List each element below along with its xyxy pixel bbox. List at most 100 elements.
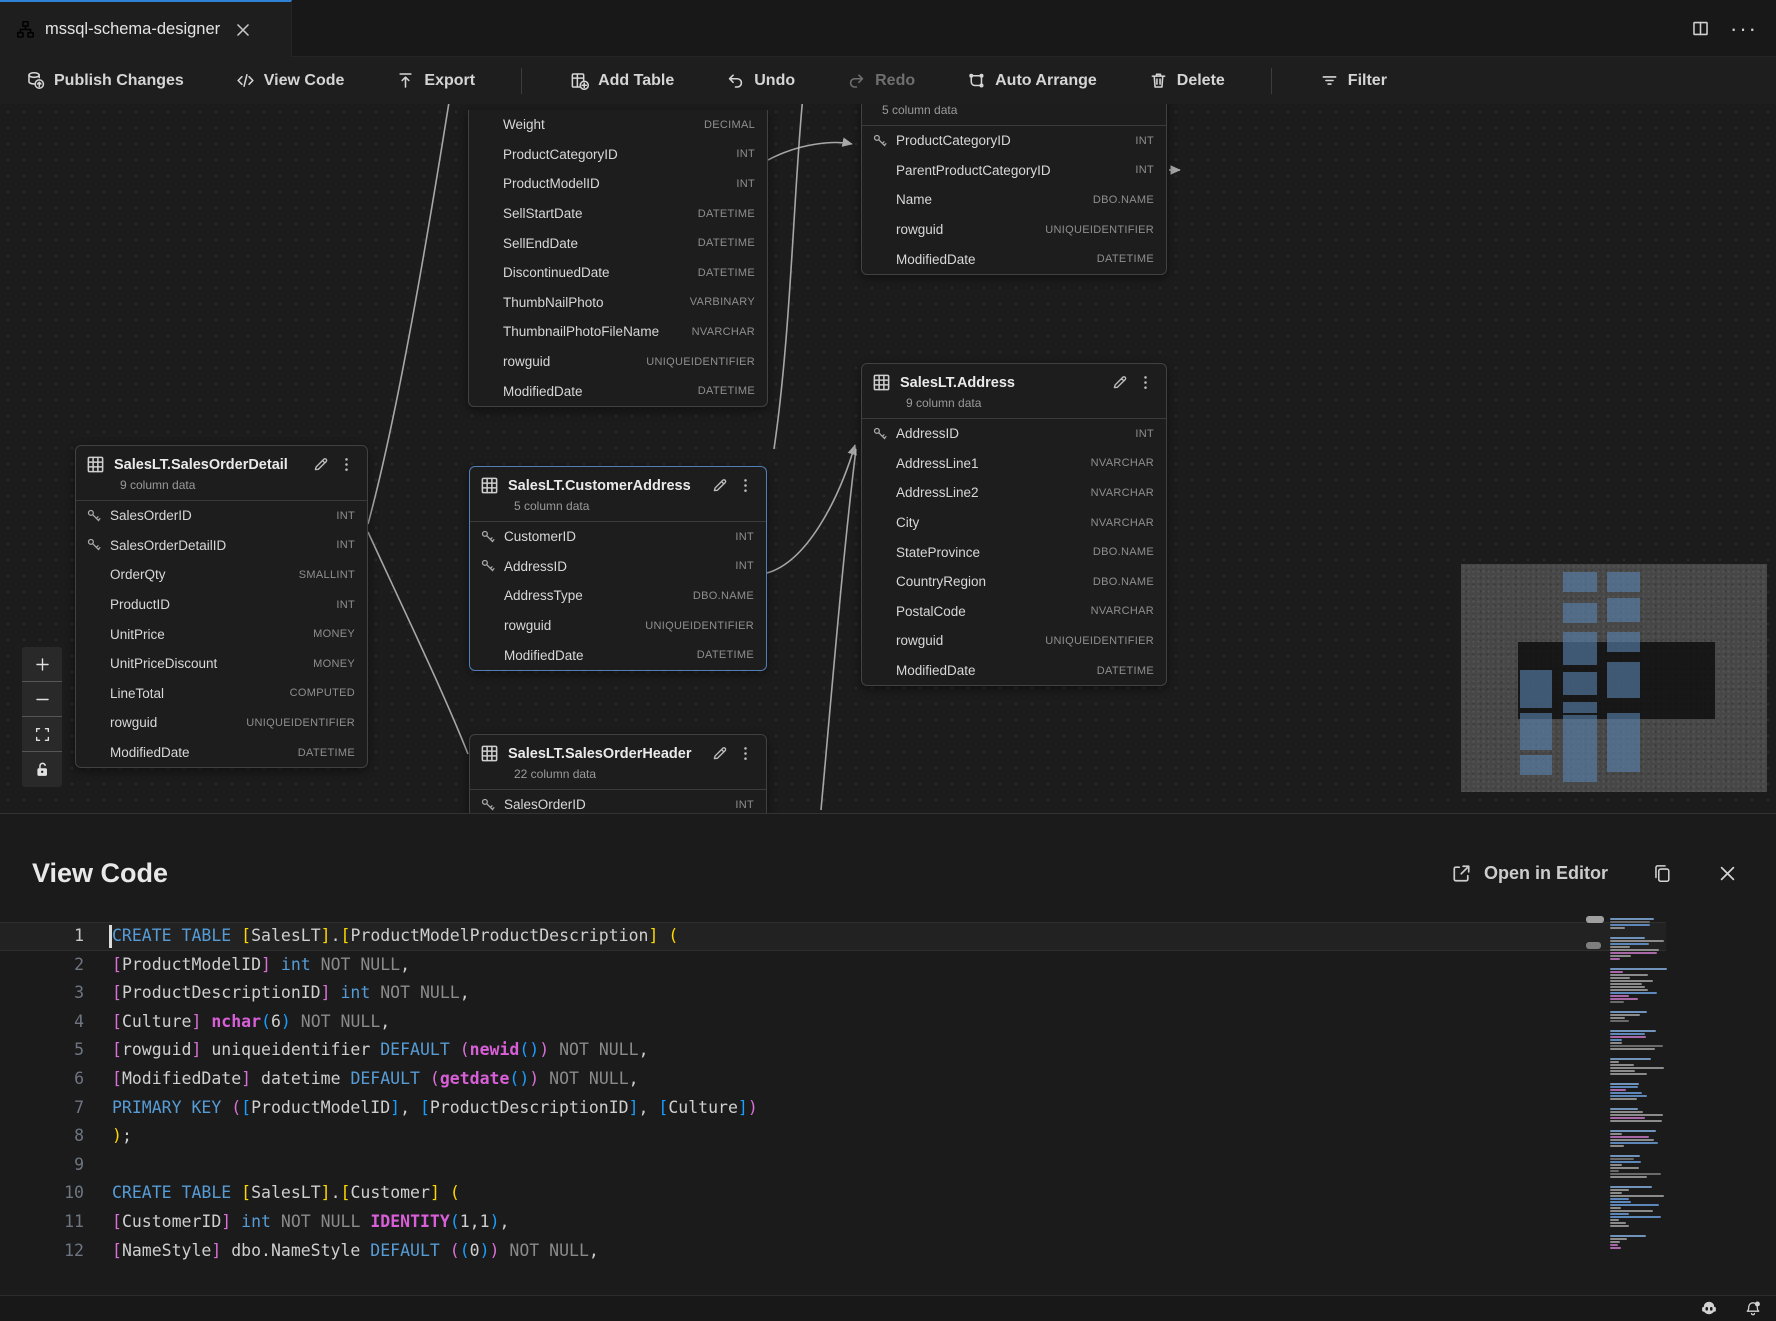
tab-close-icon[interactable] — [234, 21, 252, 39]
table-column-row[interactable]: ProductIDINT — [76, 590, 367, 620]
line-number: 11 — [0, 1208, 84, 1237]
column-type: INT — [336, 539, 355, 551]
table-grid-icon — [480, 476, 499, 495]
code-text: CREATE TABLE [SalesLT].[ProductModelProd… — [112, 922, 678, 951]
tab-mssql-schema-designer[interactable]: mssql-schema-designer — [0, 0, 292, 57]
zoom-in-button[interactable] — [22, 647, 62, 682]
column-type: DBO.NAME — [693, 590, 754, 602]
table-column-row[interactable]: ProductCategoryIDINT — [469, 140, 767, 170]
table-column-row[interactable]: ModifiedDateDATETIME — [470, 640, 766, 670]
table-column-row[interactable]: SellStartDateDATETIME — [469, 199, 767, 229]
table-column-row[interactable]: SalesOrderIDINT — [76, 501, 367, 531]
minimap-line — [1610, 1011, 1647, 1013]
table-column-row[interactable]: rowguidUNIQUEIDENTIFIER — [470, 611, 766, 641]
publish-changes-button[interactable]: Publish Changes — [26, 71, 184, 90]
filter-button[interactable]: Filter — [1320, 71, 1387, 90]
table-column-row[interactable]: SalesOrderDetailIDINT — [76, 531, 367, 561]
primary-key-icon — [872, 426, 896, 442]
view-code-button[interactable]: View Code — [236, 71, 345, 90]
table-column-row[interactable]: AddressLine1NVARCHAR — [862, 449, 1166, 479]
lock-toggle-button[interactable] — [22, 752, 62, 787]
minimap-line — [1610, 1058, 1651, 1060]
table-card-product-category[interactable]: 5 column dataProductCategoryIDINTParentP… — [861, 104, 1167, 275]
fit-view-button[interactable] — [22, 717, 62, 752]
export-button[interactable]: Export — [396, 71, 475, 90]
table-card-product[interactable]: WeightDECIMALProductCategoryIDINTProduct… — [468, 110, 768, 407]
table-column-row[interactable]: rowguidUNIQUEIDENTIFIER — [76, 708, 367, 738]
table-column-row[interactable]: UnitPriceMONEY — [76, 619, 367, 649]
sql-code-viewer[interactable]: 1CREATE TABLE [SalesLT].[ProductModelPro… — [0, 922, 1666, 1260]
copy-icon[interactable] — [1652, 863, 1673, 884]
more-actions-icon[interactable]: ··· — [1730, 24, 1758, 34]
minimap-line — [1610, 1204, 1659, 1206]
table-card-address[interactable]: SalesLT.Address9 column dataAddressIDINT… — [861, 363, 1167, 686]
column-name: SalesOrderDetailID — [110, 538, 336, 553]
table-column-row[interactable]: DiscontinuedDateDATETIME — [469, 258, 767, 288]
column-name: SellStartDate — [503, 206, 698, 221]
copilot-icon[interactable] — [1700, 1300, 1718, 1318]
table-column-row[interactable]: ModifiedDateDATETIME — [469, 376, 767, 406]
table-column-row[interactable]: SalesOrderIDINT — [470, 790, 766, 813]
table-header: SalesLT.SalesOrderDetail9 column data — [76, 446, 367, 500]
table-column-row[interactable]: LineTotalCOMPUTED — [76, 679, 367, 709]
split-editor-icon[interactable] — [1691, 19, 1710, 38]
table-column-row[interactable]: UnitPriceDiscountMONEY — [76, 649, 367, 679]
tab-label: mssql-schema-designer — [45, 20, 220, 39]
table-menu-kebab-icon[interactable] — [737, 477, 754, 494]
edit-table-pencil-icon[interactable] — [1111, 374, 1128, 391]
table-menu-kebab-icon[interactable] — [737, 745, 754, 762]
table-column-row[interactable]: ThumbnailPhotoFileNameNVARCHAR — [469, 317, 767, 347]
table-column-row[interactable]: NameDBO.NAME — [862, 185, 1166, 215]
table-column-row[interactable]: ThumbNailPhotoVARBINARY — [469, 288, 767, 318]
table-column-row[interactable]: CountryRegionDBO.NAME — [862, 567, 1166, 597]
close-panel-icon[interactable] — [1717, 863, 1738, 884]
column-type: DATETIME — [698, 237, 755, 249]
table-column-row[interactable]: OrderQtySMALLINT — [76, 560, 367, 590]
code-minimap[interactable] — [1610, 918, 1676, 1254]
delete-button[interactable]: Delete — [1149, 71, 1225, 90]
table-card-customer-address[interactable]: SalesLT.CustomerAddress5 column dataCust… — [469, 466, 767, 671]
table-column-row[interactable]: WeightDECIMAL — [469, 110, 767, 140]
table-column-row[interactable]: ProductCategoryIDINT — [862, 126, 1166, 156]
table-column-row[interactable]: AddressIDINT — [862, 419, 1166, 449]
table-column-row[interactable]: ModifiedDateDATETIME — [76, 738, 367, 768]
table-column-row[interactable]: SellEndDateDATETIME — [469, 228, 767, 258]
zoom-out-button[interactable] — [22, 682, 62, 717]
table-column-row[interactable]: AddressTypeDBO.NAME — [470, 581, 766, 611]
table-column-row[interactable]: ModifiedDateDATETIME — [862, 656, 1166, 686]
column-name: ThumbNailPhoto — [503, 295, 690, 310]
canvas-minimap[interactable] — [1461, 564, 1767, 792]
table-column-row[interactable]: StateProvinceDBO.NAME — [862, 537, 1166, 567]
line-number: 6 — [0, 1065, 84, 1094]
minimap-table-box — [1607, 713, 1640, 772]
edit-table-pencil-icon[interactable] — [312, 456, 329, 473]
edit-table-pencil-icon[interactable] — [711, 477, 728, 494]
open-in-editor-label: Open in Editor — [1484, 863, 1608, 884]
table-column-row[interactable]: ParentProductCategoryIDINT — [862, 156, 1166, 186]
table-column-row[interactable]: PostalCodeNVARCHAR — [862, 597, 1166, 627]
table-card-sales-order-header[interactable]: SalesLT.SalesOrderHeader22 column dataSa… — [469, 734, 767, 813]
table-column-row[interactable]: rowguidUNIQUEIDENTIFIER — [469, 347, 767, 377]
table-column-row[interactable]: CustomerIDINT — [470, 522, 766, 552]
open-in-editor-button[interactable]: Open in Editor — [1451, 863, 1608, 884]
table-menu-kebab-icon[interactable] — [338, 456, 355, 473]
table-column-row[interactable]: rowguidUNIQUEIDENTIFIER — [862, 626, 1166, 656]
add-table-button[interactable]: Add Table — [570, 71, 674, 90]
table-column-row[interactable]: ModifiedDateDATETIME — [862, 244, 1166, 274]
table-column-row[interactable]: ProductModelIDINT — [469, 169, 767, 199]
notifications-icon[interactable] — [1744, 1300, 1762, 1318]
minimap-line — [1610, 1083, 1639, 1085]
minimap-line — [1610, 1030, 1656, 1032]
undo-button[interactable]: Undo — [726, 71, 795, 90]
auto-arrange-button[interactable]: Auto Arrange — [967, 71, 1097, 90]
table-column-row[interactable]: CityNVARCHAR — [862, 508, 1166, 538]
table-card-sales-order-detail[interactable]: SalesLT.SalesOrderDetail9 column dataSal… — [75, 445, 368, 768]
minimap-line — [1610, 1020, 1629, 1022]
toolbar-label: Auto Arrange — [995, 72, 1097, 90]
table-menu-kebab-icon[interactable] — [1137, 374, 1154, 391]
edit-table-pencil-icon[interactable] — [711, 745, 728, 762]
table-column-row[interactable]: rowguidUNIQUEIDENTIFIER — [862, 215, 1166, 245]
schema-canvas[interactable]: WeightDECIMALProductCategoryIDINTProduct… — [0, 104, 1776, 813]
table-column-row[interactable]: AddressIDINT — [470, 552, 766, 582]
table-column-row[interactable]: AddressLine2NVARCHAR — [862, 478, 1166, 508]
